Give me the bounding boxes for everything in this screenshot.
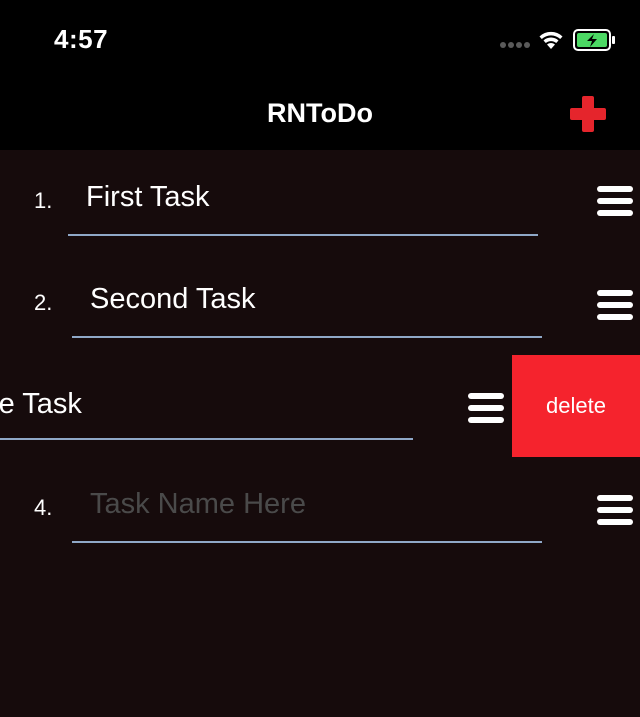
page-title: RNToDo	[267, 98, 373, 128]
navigation-bar: RNToDo	[0, 80, 640, 150]
task-row: 1.	[0, 150, 640, 252]
task-number: 4.	[34, 495, 53, 520]
delete-button[interactable]: delete	[512, 355, 640, 457]
drag-handle-icon[interactable]	[597, 290, 633, 320]
task-row: 2.	[0, 252, 640, 354]
cellular-signal-icon	[500, 42, 534, 48]
drag-handle-icon[interactable]	[597, 186, 633, 216]
task-name-input[interactable]	[72, 276, 542, 338]
plus-icon	[570, 96, 606, 132]
task-number: 2.	[34, 290, 53, 315]
wifi-icon	[539, 31, 563, 49]
task-number: 1.	[34, 188, 53, 213]
add-task-button[interactable]	[568, 94, 608, 134]
task-name-input[interactable]	[68, 174, 538, 236]
drag-handle-icon[interactable]	[468, 393, 504, 423]
task-row-swiped: lete Task delete	[0, 355, 640, 457]
task-name-input[interactable]	[72, 481, 542, 543]
task-row: 4.	[0, 457, 640, 559]
status-bar: 4:57	[0, 0, 640, 80]
task-name-text[interactable]: lete Task	[0, 388, 82, 421]
battery-charging-icon	[573, 29, 615, 51]
swiped-task-content[interactable]: lete Task	[0, 355, 512, 457]
status-time: 4:57	[54, 24, 109, 54]
input-underline	[0, 438, 413, 440]
drag-handle-icon[interactable]	[597, 495, 633, 525]
